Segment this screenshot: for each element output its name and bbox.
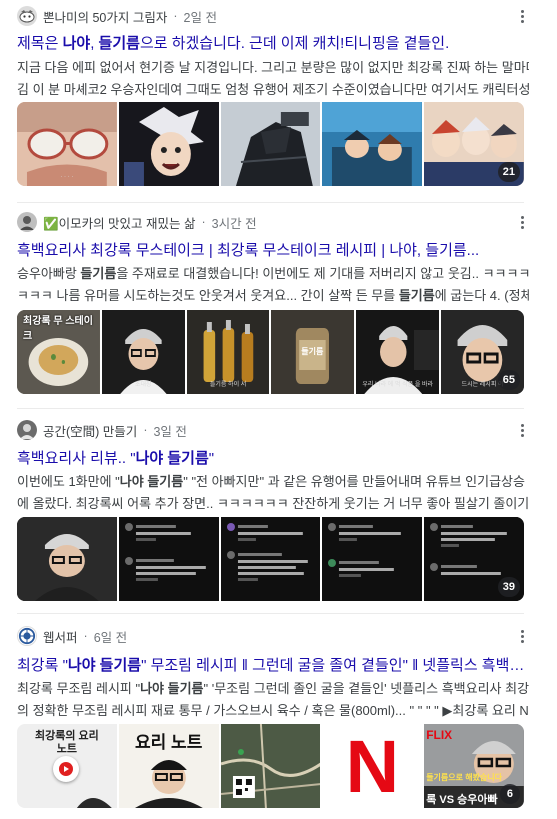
comments-screenshot-thumbnail[interactable]: 39 xyxy=(424,517,524,601)
comments-screenshot-thumbnail[interactable] xyxy=(322,517,423,601)
result-title-link[interactable]: 최강록 "나야 들기름" 무조림 레시피 ‖ 그런데 굴을 졸여 곁들인" ‖ … xyxy=(17,656,527,676)
result-snippet: 이번에도 1화만에 "나야 들기름" "전 아빠지만" 과 같은 유행어를 만들… xyxy=(17,474,529,511)
radish-steak-thumbnail[interactable]: 최강록 무 스테이크 xyxy=(17,310,100,394)
result-source[interactable]: 웹서퍼 · 6일 전 xyxy=(17,625,127,647)
chef-portrait-thumbnail[interactable]: 초대장 xyxy=(101,310,185,394)
source-avatar xyxy=(17,626,37,646)
result-card: 뽄나미의 50가지 그림자 · 2일 전 제목은 나야, 들기름으로 하겠습니다… xyxy=(0,0,557,200)
result-snippet: 지금 다음 에피 없어서 현기증 날 지경입니다. 그리고 분량은 많이 없지만… xyxy=(17,60,529,97)
source-avatar xyxy=(17,212,37,232)
result-title-link[interactable]: 제목은 나야, 들기름으로 하겠습니다. 근데 이제 캐치!티니핑을 곁들인. xyxy=(17,34,527,54)
post-time: 3일 전 xyxy=(153,424,187,439)
image-strip[interactable]: 최강록 무 스테이크 초대장 들기름 하이 서 들기름 우리 나라 에 먹 식품… xyxy=(17,310,524,394)
cartoon-scene-thumbnail[interactable] xyxy=(322,102,423,186)
result-source[interactable]: 뽄나미의 50가지 그림자 · 2일 전 xyxy=(17,5,217,27)
image-count-badge: 21 xyxy=(497,162,520,182)
source-avatar xyxy=(17,6,37,26)
comments-screenshot-thumbnail[interactable] xyxy=(220,517,321,601)
thumb-overlay-text: 최강록 무 스테이크 xyxy=(23,316,93,342)
netflix-logo-thumbnail[interactable]: N xyxy=(322,724,423,808)
source-name: ✅이모카의 맛있고 재밌는 삶 xyxy=(43,216,196,231)
image-count-badge: 65 xyxy=(497,370,520,390)
more-options-icon[interactable] xyxy=(514,211,530,233)
result-title-link[interactable]: 흑백요리사 리뷰.. "나야 들기름" xyxy=(17,449,527,469)
chef-cooking-thumbnail[interactable]: 우리 나라 에 먹 식품 을 바라 xyxy=(356,310,440,394)
post-time: 3시간 전 xyxy=(211,216,257,231)
image-count-badge: 6 xyxy=(499,784,520,804)
anime-character-thumbnail[interactable] xyxy=(118,102,219,186)
image-strip[interactable]: · · · · 21 xyxy=(17,102,524,186)
book-title-text: 최강록의 요리 노트 xyxy=(35,730,99,755)
more-options-icon[interactable] xyxy=(514,5,530,27)
comments-screenshot-thumbnail[interactable] xyxy=(118,517,219,601)
video-book-thumbnail[interactable]: 최강록의 요리 노트 xyxy=(17,724,117,808)
image-strip[interactable]: 39 xyxy=(17,517,524,601)
source-name: 공간(空間) 만들기 xyxy=(43,424,138,439)
recipe-book-thumbnail[interactable]: 요리 노트 xyxy=(118,724,219,808)
thumb-overlay-text: 록 VS 승우아빠 xyxy=(426,794,498,806)
result-card: 공간(空間) 만들기 · 3일 전 흑백요리사 리뷰.. "나야 들기름" 이번… xyxy=(0,409,557,609)
result-title-link[interactable]: 흑백요리사 최강록 무스테이크 | 최강록 무스테이크 레시피 | 나야, 들기… xyxy=(17,241,527,261)
image-strip[interactable]: 최강록의 요리 노트 요리 노트 N FLIX 들기름으로 해봤습니다 록 VS… xyxy=(17,724,524,808)
chef-closeup-thumbnail[interactable]: 드시는 레시피 이 65 xyxy=(441,310,524,394)
netflix-logo-icon: N xyxy=(345,725,400,808)
more-options-icon[interactable] xyxy=(514,419,530,441)
thumb-overlay-text: 들기름 xyxy=(301,347,324,356)
black-armor-thumbnail[interactable] xyxy=(220,102,321,186)
map-thumbnail[interactable] xyxy=(220,724,321,808)
result-source[interactable]: 공간(空間) 만들기 · 3일 전 xyxy=(17,419,187,441)
result-source[interactable]: ✅이모카의 맛있고 재밌는 삶 · 3시간 전 xyxy=(17,211,257,233)
result-snippet: 최강록 무조림 레시피 "나야 들기름" '무조림 그런데 졸인 굴을 곁들인'… xyxy=(17,681,529,718)
post-time: 2일 전 xyxy=(183,10,217,25)
play-button[interactable] xyxy=(53,756,79,782)
anime-glasses-thumbnail[interactable]: · · · · xyxy=(17,102,117,186)
post-time: 6일 전 xyxy=(93,630,128,645)
more-options-icon[interactable] xyxy=(514,625,530,647)
source-name: 뽄나미의 50가지 그림자 xyxy=(43,10,168,25)
netflix-text: FLIX xyxy=(426,728,453,742)
chef-portrait-thumbnail[interactable] xyxy=(17,517,117,601)
thumb-overlay-text: 들기름으로 해봤습니다 xyxy=(426,773,503,782)
play-icon xyxy=(59,762,73,776)
source-avatar xyxy=(17,420,37,440)
source-name: 웹서퍼 xyxy=(43,630,78,645)
chef-vs-thumbnail[interactable]: FLIX 들기름으로 해봤습니다 록 VS 승우아빠 6 xyxy=(424,724,524,808)
anime-group-thumbnail[interactable]: 21 xyxy=(424,102,524,186)
result-snippet: 승우아빠랑 들기름을 주재료로 대결했습니다! 이번에도 제 기대를 저버리지 … xyxy=(17,266,529,303)
oil-jar-thumbnail[interactable]: 들기름 xyxy=(271,310,355,394)
oil-bottles-thumbnail[interactable]: 들기름 하이 서 xyxy=(186,310,270,394)
image-count-badge: 39 xyxy=(497,577,520,597)
result-card: 웹서퍼 · 6일 전 최강록 "나야 들기름" 무조림 레시피 ‖ 그런데 굴을… xyxy=(0,614,557,819)
result-card: ✅이모카의 맛있고 재밌는 삶 · 3시간 전 흑백요리사 최강록 무스테이크 … xyxy=(0,203,557,403)
